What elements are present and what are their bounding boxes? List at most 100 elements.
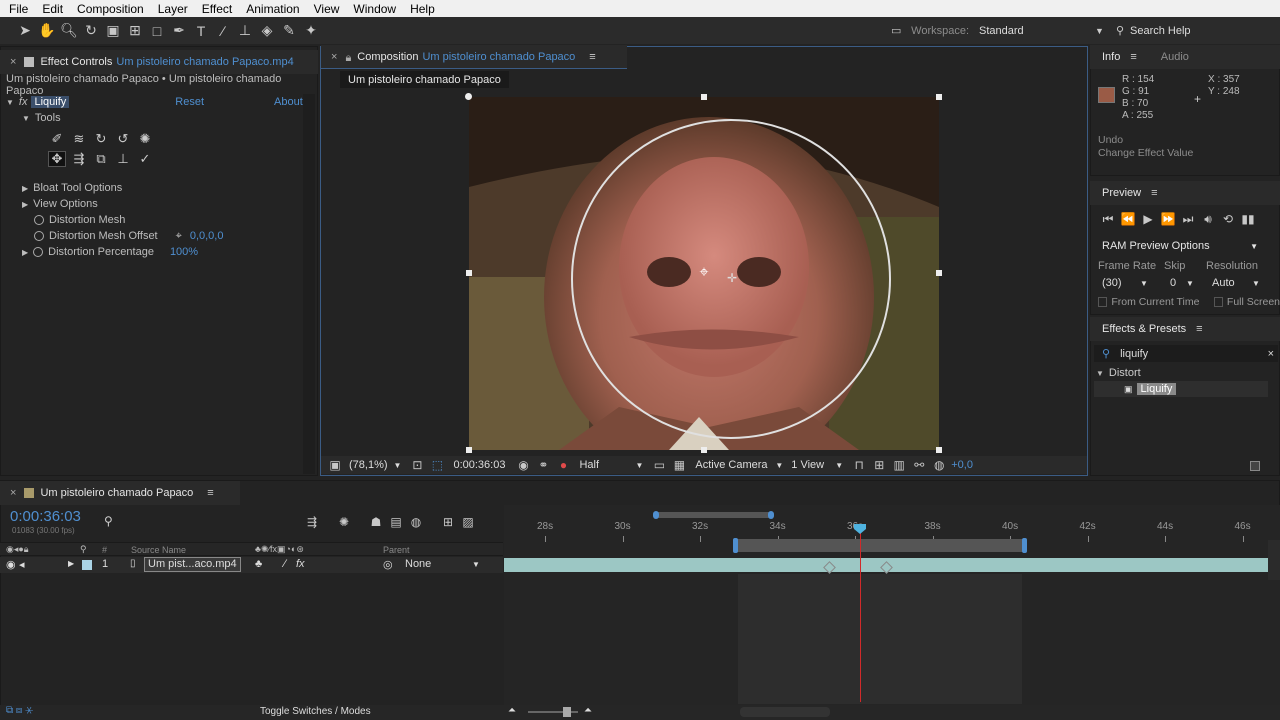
motion-blur-icon[interactable]: ◍ — [406, 514, 426, 530]
camera-tool-icon[interactable]: ▣ — [102, 20, 124, 42]
preview-tab[interactable]: Preview ≡ — [1090, 181, 1280, 205]
effects-category-distort[interactable]: ▼ Distort — [1096, 365, 1266, 381]
transparency-grid-icon[interactable]: ▦ — [669, 457, 689, 473]
audio-icon[interactable]: ◂ — [19, 558, 25, 571]
snapshot-camera-icon[interactable]: ◉ — [513, 457, 533, 473]
timeline-icon[interactable]: ▥ — [889, 457, 909, 473]
reset-link[interactable]: Reset — [175, 96, 204, 108]
work-area-end-handle[interactable] — [1022, 538, 1027, 553]
stopwatch-icon[interactable] — [33, 247, 44, 257]
chevron-down-icon[interactable]: ▼ — [835, 461, 843, 470]
info-tab-label[interactable]: Info — [1102, 51, 1120, 63]
effects-search-input[interactable]: liquify — [1120, 348, 1268, 360]
chevron-down-icon[interactable]: ▼ — [1140, 279, 1170, 288]
type-tool-icon[interactable]: T — [190, 20, 212, 42]
chevron-down-icon[interactable]: ▼ — [1252, 279, 1260, 288]
chevron-down-icon[interactable]: ▼ — [1095, 26, 1104, 36]
zoom-out-icon[interactable]: ⏶ — [508, 705, 516, 716]
effect-controls-tab[interactable]: × Effect Controls Um pistoleiro chamado … — [0, 50, 318, 74]
bloat-tool-options-group[interactable]: ▶ Bloat Tool Options — [22, 180, 122, 196]
always-preview-icon[interactable]: ▣ — [325, 457, 345, 473]
panel-menu-icon[interactable]: ≡ — [207, 487, 213, 499]
view-layout-select[interactable]: 1 View — [791, 459, 835, 471]
workspace-select[interactable]: Standard — [979, 25, 1095, 37]
first-frame-icon[interactable]: ⏮ — [1098, 211, 1118, 227]
effects-search[interactable]: ⚲ liquify × — [1094, 345, 1278, 362]
toggle-switches-modes[interactable]: Toggle Switches / Modes — [260, 706, 371, 717]
fast-previews-icon[interactable]: ⊞ — [869, 457, 889, 473]
audio-tab-label[interactable]: Audio — [1161, 51, 1189, 63]
distortion-mesh-offset-value[interactable]: 0,0,0,0 — [190, 230, 224, 242]
panel-menu-icon[interactable]: ≡ — [1196, 323, 1202, 335]
zoom-in-icon[interactable]: ⏶ — [584, 705, 592, 716]
work-area-bar[interactable] — [735, 539, 1025, 552]
eye-icon[interactable]: ◉ — [6, 558, 16, 571]
effects-item-liquify[interactable]: ▣ Liquify — [1094, 381, 1268, 397]
stopwatch-icon[interactable] — [34, 231, 44, 241]
menu-effect[interactable]: Effect — [195, 2, 239, 16]
expand-triangle-icon[interactable]: ▶ — [68, 559, 74, 568]
live-update-icon[interactable]: ▨ — [458, 514, 478, 530]
reconstruction-tool-icon[interactable]: ✓ — [136, 151, 154, 167]
chevron-down-icon[interactable]: ▼ — [1250, 242, 1258, 251]
work-area-start-handle[interactable] — [733, 538, 738, 553]
draft-3d-icon[interactable]: ✺ — [334, 514, 354, 530]
clone-tool-icon[interactable]: ⊥ — [114, 151, 132, 167]
chevron-down-icon[interactable]: ▼ — [775, 461, 783, 470]
expand-triangle-icon[interactable]: ▼ — [6, 98, 14, 107]
color-channels-icon[interactable]: ● — [553, 457, 573, 473]
crosshair-icon[interactable]: ⌖ — [176, 230, 182, 243]
previous-frame-icon[interactable]: ⏪ — [1118, 211, 1138, 227]
graph-editor-icon[interactable]: ⊞ — [438, 514, 458, 530]
checkbox[interactable] — [1098, 297, 1108, 307]
zoom-select[interactable]: (78,1%) — [349, 459, 388, 471]
panel-menu-icon[interactable]: ≡ — [1130, 51, 1136, 63]
collapsed-triangle-icon[interactable]: ▶ — [22, 248, 28, 257]
menu-animation[interactable]: Animation — [239, 2, 306, 16]
timeline-current-time[interactable]: 0:00:36:03 — [10, 508, 81, 525]
clear-search-icon[interactable]: × — [1268, 348, 1274, 360]
parent-select[interactable]: None — [405, 558, 431, 570]
stopwatch-icon[interactable] — [34, 215, 44, 225]
selection-tool-icon[interactable]: ➤ — [14, 20, 36, 42]
next-frame-icon[interactable]: ⏩ — [1158, 211, 1178, 227]
fx-switch-icon[interactable]: fx — [296, 558, 305, 570]
preview-tab-label[interactable]: Preview — [1102, 187, 1141, 199]
effect-name[interactable]: Liquify — [31, 96, 70, 108]
exposure-value[interactable]: +0,0 — [951, 459, 973, 471]
pen-tool-icon[interactable]: ✒ — [168, 20, 190, 42]
zoom-slider-thumb[interactable] — [563, 707, 571, 717]
layer-row[interactable]: ◉ ◂ ▶ 1 ▯ Um pist...aco.mp4 ♣ ∕ fx ◎ Non… — [0, 557, 503, 573]
pixel-aspect-icon[interactable]: ⊓ — [849, 457, 869, 473]
reflection-tool-icon[interactable]: ⧉ — [92, 151, 110, 167]
menu-composition[interactable]: Composition — [70, 2, 151, 16]
about-link[interactable]: About — [274, 96, 303, 108]
panel-menu-icon[interactable]: ≡ — [589, 51, 595, 63]
effects-presets-tab-label[interactable]: Effects & Presets — [1102, 323, 1186, 335]
layer-handle-bl[interactable] — [466, 447, 472, 453]
turbulence-tool-icon[interactable]: ≋ — [70, 131, 88, 147]
show-snapshot-icon[interactable]: ⚭ — [533, 457, 553, 473]
effects-presets-tab[interactable]: Effects & Presets ≡ — [1090, 317, 1280, 341]
menu-view[interactable]: View — [307, 2, 347, 16]
roto-brush-tool-icon[interactable]: ✎ — [278, 20, 300, 42]
source-name-column-header[interactable]: Source Name — [131, 545, 186, 555]
info-tab[interactable]: Info ≡ Audio — [1090, 45, 1280, 69]
last-frame-icon[interactable]: ⏭ — [1178, 211, 1198, 227]
layer-name[interactable]: Um pist...aco.mp4 — [144, 557, 241, 572]
pickwhip-icon[interactable]: ◎ — [383, 558, 393, 571]
checkbox[interactable] — [1213, 297, 1223, 307]
menu-edit[interactable]: Edit — [35, 2, 70, 16]
skip-select[interactable]: 0 — [1170, 277, 1186, 289]
close-icon[interactable]: × — [331, 51, 337, 63]
composition-name[interactable]: Um pistoleiro chamado Papaco — [422, 51, 575, 63]
playhead-line[interactable] — [860, 530, 861, 702]
rectangle-tool-icon[interactable]: □ — [146, 20, 168, 42]
current-time[interactable]: 0:00:36:03 — [453, 459, 513, 471]
clone-stamp-tool-icon[interactable]: ⊥ — [234, 20, 256, 42]
twirl-clockwise-icon[interactable]: ↻ — [92, 131, 110, 147]
search-help-input[interactable]: Search Help — [1130, 25, 1280, 37]
expand-triangle-icon[interactable]: ▼ — [22, 114, 30, 123]
safe-margins-icon[interactable]: ⊡ — [407, 457, 427, 473]
work-area-zoom-bar[interactable] — [655, 512, 772, 518]
